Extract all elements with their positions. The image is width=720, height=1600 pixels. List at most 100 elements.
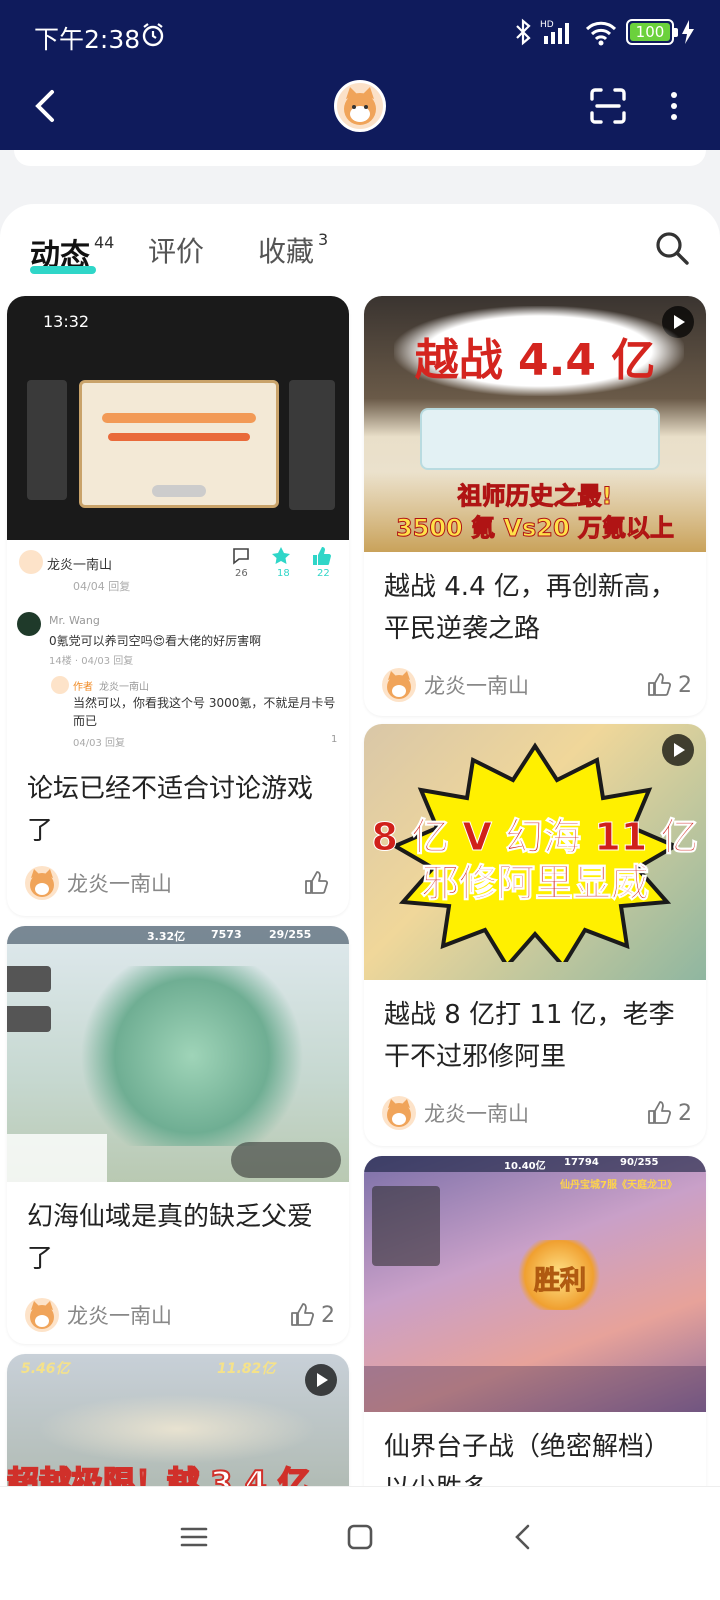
like-button[interactable]: 2: [646, 1096, 692, 1130]
victory-label: 胜利: [533, 1266, 587, 1297]
overlay-subtitle: 3500 氪 Vs20 万氪以上: [395, 514, 675, 543]
hud-banner: 仙丹宝城7服《天庭龙卫》: [560, 1180, 677, 1191]
overlay-title: 邪修阿里显威: [420, 861, 649, 906]
tab-indicator: [30, 266, 96, 274]
post-footer: 龙炎一南山: [25, 866, 335, 900]
post-title[interactable]: 论坛已经不适合讨论游戏了: [27, 768, 332, 852]
post-card[interactable]: 10.40亿 17794 90/255 仙丹宝城7服《天庭龙卫》 胜利 仙界台子…: [364, 1156, 706, 1514]
system-nav-bar: [0, 1486, 720, 1600]
post-image[interactable]: 8 亿 V 幻海 11 亿 邪修阿里显威: [364, 724, 706, 980]
post-footer: 龙炎一南山 2: [382, 1096, 692, 1130]
nav-bar: [0, 72, 720, 150]
charging-icon: [682, 20, 694, 44]
comment-icon: [233, 548, 249, 565]
author-avatar[interactable]: [25, 866, 59, 900]
svg-text:HD: HD: [540, 20, 554, 30]
reply-text: 当然可以，你看我这个号 3000氪，不就是月卡号而已: [73, 696, 336, 728]
back-icon[interactable]: [28, 86, 68, 126]
tab-reviews[interactable]: 评价: [148, 230, 204, 270]
top-bar: 下午2:38 HD 100: [0, 0, 720, 150]
author-name[interactable]: 龙炎一南山: [67, 1300, 172, 1330]
hud-value: 90/255: [620, 1157, 659, 1168]
battery-icon: 100: [626, 19, 678, 45]
mini-avatar: [17, 612, 41, 636]
like-button[interactable]: 2: [646, 668, 692, 702]
hud-value: 3.32亿: [147, 930, 186, 943]
star-icon: [272, 547, 290, 564]
author-name[interactable]: 龙炎一南山: [67, 868, 172, 898]
post-footer: 龙炎一南山 2: [25, 1298, 335, 1332]
author-name[interactable]: 龙炎一南山: [424, 1098, 529, 1128]
hud-value: 29/255: [269, 928, 312, 941]
post-image[interactable]: 13:32 龙炎一南山 26 18 22 04/04 回复 Mr. Wang 0…: [7, 296, 349, 756]
screenshot-header: 13:32: [7, 296, 349, 540]
content-panel: 动态 44 评价 收藏 3 13:32 龙炎一南山 26 18 22 04/04…: [0, 204, 720, 1514]
post-title[interactable]: 幻海仙域是真的缺乏父爱了: [27, 1196, 332, 1280]
hud-value: 7573: [211, 928, 242, 941]
partial-meta: 04/04 回复: [73, 580, 131, 593]
bluetooth-icon: [516, 18, 531, 46]
tab-label: 评价: [148, 235, 205, 268]
thumb-up-icon: [648, 1101, 672, 1124]
stat-favorites: 18: [277, 568, 290, 579]
post-title[interactable]: 越战 4.4 亿，再创新高，平民逆袭之路: [384, 566, 689, 650]
post-card[interactable]: 越战 4.4 亿 祖师历史之最! 3500 氪 Vs20 万氪以上 越战 4.4…: [364, 296, 706, 716]
play-icon[interactable]: [305, 1364, 337, 1396]
post-card[interactable]: 8 亿 V 幻海 11 亿 邪修阿里显威 越战 8 亿打 11 亿，老李干不过邪…: [364, 724, 706, 1146]
like-count: 2: [321, 1302, 335, 1328]
home-icon[interactable]: [340, 1517, 380, 1557]
stat-likes: 22: [317, 568, 330, 579]
author-name[interactable]: 龙炎一南山: [424, 670, 529, 700]
thumb-up-icon: [305, 871, 329, 894]
mini-avatar: [51, 676, 69, 694]
post-image[interactable]: 3.32亿 7573 29/255: [7, 926, 349, 1182]
hud-value: 10.40亿: [504, 1161, 546, 1172]
post-card[interactable]: 3.32亿 7573 29/255 幻海仙域是真的缺乏父爱了 龙炎一南山 2: [7, 926, 349, 1344]
more-icon[interactable]: [664, 86, 684, 126]
menu-icon[interactable]: [174, 1517, 214, 1557]
post-title[interactable]: 越战 8 亿打 11 亿，老李干不过邪修阿里: [384, 994, 689, 1078]
like-button[interactable]: [303, 866, 335, 900]
author-avatar[interactable]: [382, 668, 416, 702]
like-count: 2: [678, 1100, 692, 1126]
avatar[interactable]: [334, 80, 386, 132]
overlay-value: 5.46亿: [21, 1361, 70, 1377]
profile-card-bottom: [14, 150, 706, 166]
signal-icon: HD: [540, 20, 569, 44]
tab-label: 收藏: [258, 235, 315, 268]
thumb-up-icon: [648, 673, 672, 696]
post-image[interactable]: 越战 4.4 亿 祖师历史之最! 3500 氪 Vs20 万氪以上: [364, 296, 706, 552]
tab-count: 44: [94, 233, 115, 252]
reply-tag: 作者: [73, 682, 93, 693]
post-image[interactable]: 10.40亿 17794 90/255 仙丹宝城7服《天庭龙卫》 胜利: [364, 1156, 706, 1412]
post-card[interactable]: 13:32 龙炎一南山 26 18 22 04/04 回复 Mr. Wang 0…: [7, 296, 349, 916]
status-time: 下午2:38: [34, 25, 141, 54]
mini-avatar: [19, 550, 43, 574]
like-button[interactable]: 2: [289, 1298, 335, 1332]
tab-count: 3: [318, 229, 329, 249]
comment-user: Mr. Wang: [49, 614, 100, 627]
tab-favorites[interactable]: 收藏 3: [258, 230, 328, 270]
overlay-title: 越战 4.4 亿: [414, 335, 656, 386]
like-count: 2: [678, 672, 692, 698]
reply-likes: 1: [331, 734, 338, 745]
search-icon[interactable]: [654, 230, 690, 266]
overlay-subtitle: 祖师历史之最!: [457, 482, 613, 511]
shot-user: 龙炎一南山: [47, 558, 113, 573]
wifi-icon: [585, 21, 617, 46]
game-dialog: [79, 380, 279, 508]
thumb-up-icon: [291, 1303, 315, 1326]
hud-value: 17794: [564, 1157, 599, 1168]
tab-bar: 动态 44 评价 收藏 3: [0, 204, 720, 290]
alarm-icon: [142, 23, 164, 47]
author-avatar[interactable]: [382, 1096, 416, 1130]
comment-text: 0氪党可以养司空吗😍看大佬的好厉害啊: [49, 634, 262, 648]
author-avatar[interactable]: [25, 1298, 59, 1332]
stat-comments: 26: [235, 568, 248, 579]
thumb-up-icon: [313, 547, 331, 565]
scan-icon[interactable]: [588, 86, 628, 126]
reply-user: 龙炎一南山: [99, 682, 149, 693]
screenshot-time: 13:32: [43, 312, 90, 331]
comment-meta: 14楼 · 04/03 回复: [49, 656, 134, 667]
back-nav-icon[interactable]: [504, 1517, 544, 1557]
